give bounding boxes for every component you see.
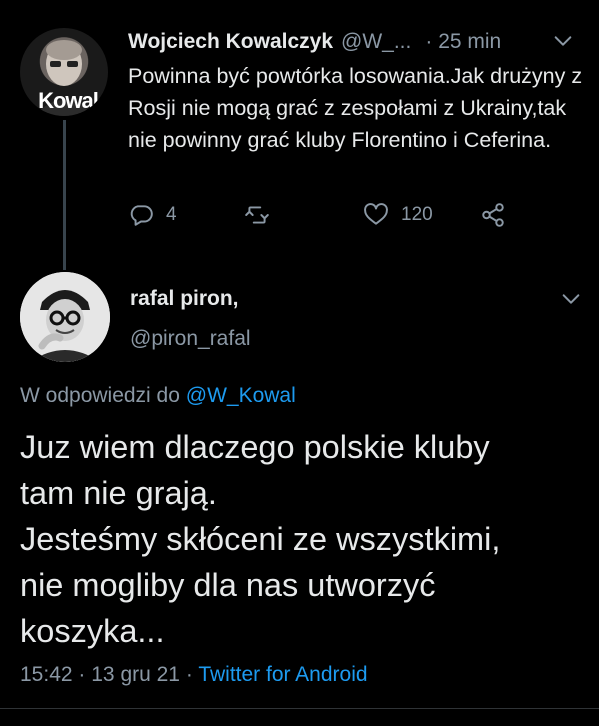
avatar-watermark-text: Kowal bbox=[38, 88, 99, 113]
in-reply-to-handle-link[interactable]: @W_Kowal bbox=[186, 384, 296, 407]
reply-text-line: Juz wiem dlaczego polskie kluby bbox=[20, 429, 490, 465]
reply-text-line: nie mogliby dla nas utworzyć bbox=[20, 567, 436, 603]
tweet-text: Powinna być powtórka losowania.Jak druży… bbox=[128, 64, 583, 152]
share-button[interactable] bbox=[480, 202, 506, 228]
author-handle[interactable]: @W_... bbox=[341, 30, 411, 54]
like-button[interactable]: 120 bbox=[363, 202, 433, 228]
parent-tweet-header: Wojciech Kowalczyk @W_... · 25 min bbox=[128, 28, 501, 56]
retweet-icon bbox=[245, 206, 269, 224]
tweet-source-link[interactable]: Twitter for Android bbox=[198, 663, 367, 686]
chevron-down-icon[interactable] bbox=[560, 288, 582, 310]
tweet-date[interactable]: 13 gru 21 bbox=[91, 663, 180, 686]
parent-tweet[interactable]: Kowal Wojciech Kowalczyk @W_... · 25 min… bbox=[0, 0, 599, 270]
author-avatar[interactable]: Kowal bbox=[20, 28, 108, 116]
reply-author-avatar[interactable] bbox=[20, 272, 110, 362]
retweet-button[interactable] bbox=[244, 202, 270, 228]
like-icon bbox=[364, 203, 388, 225]
share-icon bbox=[482, 203, 504, 227]
chevron-down-icon[interactable] bbox=[552, 30, 574, 52]
divider bbox=[0, 708, 599, 709]
separator-dot: · bbox=[185, 663, 193, 686]
reply-button[interactable]: 4 bbox=[128, 202, 177, 228]
tweet-actions: 4 120 bbox=[128, 202, 528, 238]
separator-dot: · bbox=[425, 30, 433, 53]
reply-author-handle[interactable]: @piron_rafal bbox=[130, 327, 251, 351]
avatar-portrait-icon bbox=[20, 272, 110, 362]
reply-text-line: koszyka... bbox=[20, 613, 165, 649]
reply-text-line: Jesteśmy skłóceni ze wszystkimi, bbox=[20, 521, 501, 557]
reply-tweet-text: Juz wiem dlaczego polskie kluby tam nie … bbox=[20, 424, 585, 654]
reply-tweet-meta: 15:42 · 13 gru 21 · Twitter for Android bbox=[20, 663, 368, 687]
timestamp[interactable]: · 25 min bbox=[425, 30, 501, 54]
reply-count: 4 bbox=[166, 204, 177, 225]
reply-text-line: tam nie grają. bbox=[20, 475, 217, 511]
thread-connector-line bbox=[63, 120, 66, 270]
reply-icon bbox=[130, 205, 153, 226]
time-ago: 25 min bbox=[438, 30, 502, 53]
in-reply-to: W odpowiedzi do @W_Kowal bbox=[20, 384, 296, 408]
author-name[interactable]: Wojciech Kowalczyk bbox=[128, 30, 333, 54]
in-reply-to-label: W odpowiedzi do bbox=[20, 384, 180, 407]
reply-author-name[interactable]: rafal piron, bbox=[130, 287, 239, 311]
tweet-time[interactable]: 15:42 bbox=[20, 663, 73, 686]
like-count: 120 bbox=[401, 204, 433, 225]
separator-dot: · bbox=[78, 663, 86, 686]
